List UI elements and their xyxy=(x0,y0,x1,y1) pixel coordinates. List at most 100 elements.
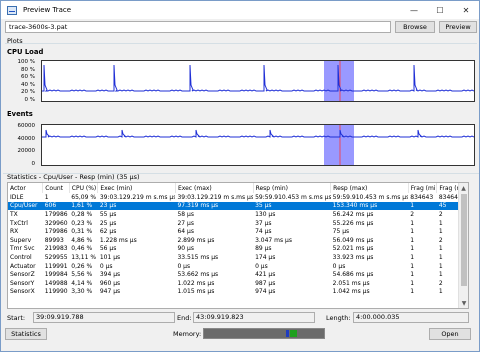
column-header[interactable]: Frag (min) xyxy=(408,183,438,193)
statistics-button[interactable]: Statistics xyxy=(5,328,47,340)
column-header[interactable]: Count xyxy=(42,183,70,193)
table-body: IDLE 1 65,09 % 39:03.129.219 m s.ms µs 39:03… xyxy=(8,193,466,296)
table-cell: 1 xyxy=(410,253,415,261)
column-header[interactable]: Resp (min) xyxy=(253,183,332,193)
y-tick-label: 60000 xyxy=(17,123,36,129)
table-cell: SensorY xyxy=(10,279,35,287)
table-row[interactable]: TX 179986 0,28 % 55 µs 58 µs 130 µs 56.242 ms … xyxy=(8,210,466,219)
table-cell: 1.022 ms µs xyxy=(177,279,215,287)
table-cell: Cpu/User xyxy=(8,201,43,211)
y-tick-label: 80 % xyxy=(21,66,35,73)
preview-button[interactable]: Preview xyxy=(439,21,477,33)
table-cell: 130 µs xyxy=(255,210,276,218)
table-cell: 35 µs xyxy=(253,201,331,211)
table-cell: 606 xyxy=(42,201,70,211)
memory-label: Memory: xyxy=(173,330,202,338)
table-cell: 1 xyxy=(44,193,49,201)
table-cell: 58 µs xyxy=(177,210,194,218)
memory-free-marker xyxy=(290,330,297,337)
table-cell: 174 µs xyxy=(255,253,276,261)
table-cell: 53.662 ms µs xyxy=(177,271,219,279)
y-tick-label: 100 % xyxy=(17,59,35,65)
events-series xyxy=(42,129,475,138)
table-scrollbar[interactable]: ▲ ▼ xyxy=(458,183,468,308)
table-cell: 74 µs xyxy=(255,228,272,236)
table-cell: 329960 xyxy=(44,219,68,227)
table-cell: 0,28 % xyxy=(71,210,93,218)
column-header[interactable]: Resp (max) xyxy=(330,183,409,193)
table-cell: 1 xyxy=(410,279,415,287)
table-cell: 54.686 ms µs xyxy=(332,271,374,279)
column-header[interactable]: Exec (max) xyxy=(175,183,254,193)
table-row[interactable]: Superv 89993 4,86 % 1.228 ms µs 2.899 ms µs 3… xyxy=(8,236,466,245)
length-label: Length: xyxy=(326,314,351,322)
table-cell: 179986 xyxy=(44,228,68,236)
table-cell: 1,61 % xyxy=(69,201,98,211)
statistics-table[interactable]: Actor Count CPU (%) Exec (min) Exec (max) Res… xyxy=(7,182,469,309)
table-cell: 2.899 ms µs xyxy=(177,236,215,244)
table-cell: 2 xyxy=(410,210,415,218)
table-cell: 52.021 ms µs xyxy=(332,245,374,253)
table-row[interactable]: Control 529955 13,11 % 101 µs 33.515 ms µs 17… xyxy=(8,253,466,262)
table-row[interactable]: IDLE 1 65,09 % 39:03.129.219 m s.ms µs 39:03… xyxy=(8,193,466,202)
y-tick-label: 60 % xyxy=(21,74,35,81)
table-cell: RX xyxy=(10,228,19,236)
table-cell: 65,09 % xyxy=(71,193,97,201)
table-cell: 56.049 ms µs xyxy=(332,236,374,244)
browse-button[interactable]: Browse xyxy=(395,21,435,33)
cpu-load-title: CPU Load xyxy=(7,48,44,56)
table-row[interactable]: RX 179986 0,31 % 62 µs 64 µs 74 µs 75 µs 1 1 xyxy=(8,227,466,236)
table-cell: 1 xyxy=(410,228,415,236)
scroll-up-icon[interactable]: ▲ xyxy=(459,183,468,193)
column-header[interactable]: CPU (%) xyxy=(69,183,99,193)
table-cell: 2.051 ms µs xyxy=(332,279,370,287)
table-cell: 37 µs xyxy=(255,219,272,227)
table-row[interactable]: SensorZ 199984 5,56 % 394 µs 53.662 ms µs 421… xyxy=(8,270,466,279)
y-tick-label: 0 % xyxy=(24,97,35,103)
trace-path-input[interactable] xyxy=(5,21,391,33)
close-button[interactable]: ✕ xyxy=(453,1,479,19)
events-title: Events xyxy=(7,110,33,118)
y-tick-label: 40 % xyxy=(21,81,35,88)
table-cell: 974 µs xyxy=(255,288,276,296)
table-row[interactable]: SensorY 149988 4,14 % 960 µs 1.022 ms µs 987 … xyxy=(8,279,466,288)
table-cell: 1 xyxy=(410,271,415,279)
y-tick-label: 0 xyxy=(31,161,36,167)
table-cell: Tmr Svc xyxy=(10,245,35,253)
y-tick-label: 40000 xyxy=(17,135,36,142)
app-icon xyxy=(7,5,17,15)
maximize-button[interactable]: ☐ xyxy=(427,1,453,19)
table-cell: 1.015 ms µs xyxy=(177,288,215,296)
table-row[interactable]: SensorX 119990 3,30 % 947 µs 1.015 ms µs 974 … xyxy=(8,288,466,297)
plots-group: CPU Load 100 % 80 % 60 % 40 % 20 % 0 % Events… xyxy=(5,43,477,171)
table-row[interactable]: Tmr Svc 219983 0,46 % 56 µs 90 µs 89 µs 52.021… xyxy=(8,245,466,254)
table-row[interactable]: Cpu/User 606 1,61 % 23 µs 97.319 ms µs 35 µs 1… xyxy=(8,201,466,211)
table-cell: 56 µs xyxy=(99,245,117,253)
table-cell: 39:03.129.219 m s.ms µs xyxy=(177,193,254,201)
scroll-thumb[interactable] xyxy=(461,194,467,286)
events-chart xyxy=(42,125,475,165)
open-button[interactable]: Open xyxy=(429,328,471,340)
scroll-down-icon[interactable]: ▼ xyxy=(459,298,468,308)
table-cell: 1 xyxy=(410,288,415,296)
table-cell: 1.042 ms µs xyxy=(332,288,370,296)
table-cell: 219983 xyxy=(44,245,68,253)
column-header[interactable]: Exec (min) xyxy=(97,183,176,193)
table-cell: 1 xyxy=(408,201,437,211)
minimize-button[interactable]: — xyxy=(401,1,427,19)
table-cell: 39:03.129.219 m s.ms µs xyxy=(99,193,176,201)
column-header[interactable]: Actor xyxy=(8,183,44,193)
table-cell: 1 xyxy=(410,262,415,270)
table-cell: TxCtrl xyxy=(10,219,28,227)
table-cell: 149988 xyxy=(44,279,68,287)
table-cell: 1 xyxy=(410,219,415,227)
table-row[interactable]: TxCtrl 329960 0,23 % 25 µs 27 µs 37 µs 55.226 … xyxy=(8,219,466,228)
events-plot[interactable] xyxy=(41,124,475,166)
table-row[interactable]: Actuator 119991 0,26 % 0 µs 0 µs 0 µs 0 µs 1 1 xyxy=(8,262,466,271)
table-cell: 55.226 ms µs xyxy=(332,219,374,227)
table-header: Actor Count CPU (%) Exec (min) Exec (max) Res… xyxy=(8,183,466,193)
cpu-load-plot[interactable] xyxy=(41,60,475,102)
end-label: End: xyxy=(177,314,192,322)
table-cell: 89993 xyxy=(44,236,64,244)
y-tick-label: 20000 xyxy=(17,148,36,155)
